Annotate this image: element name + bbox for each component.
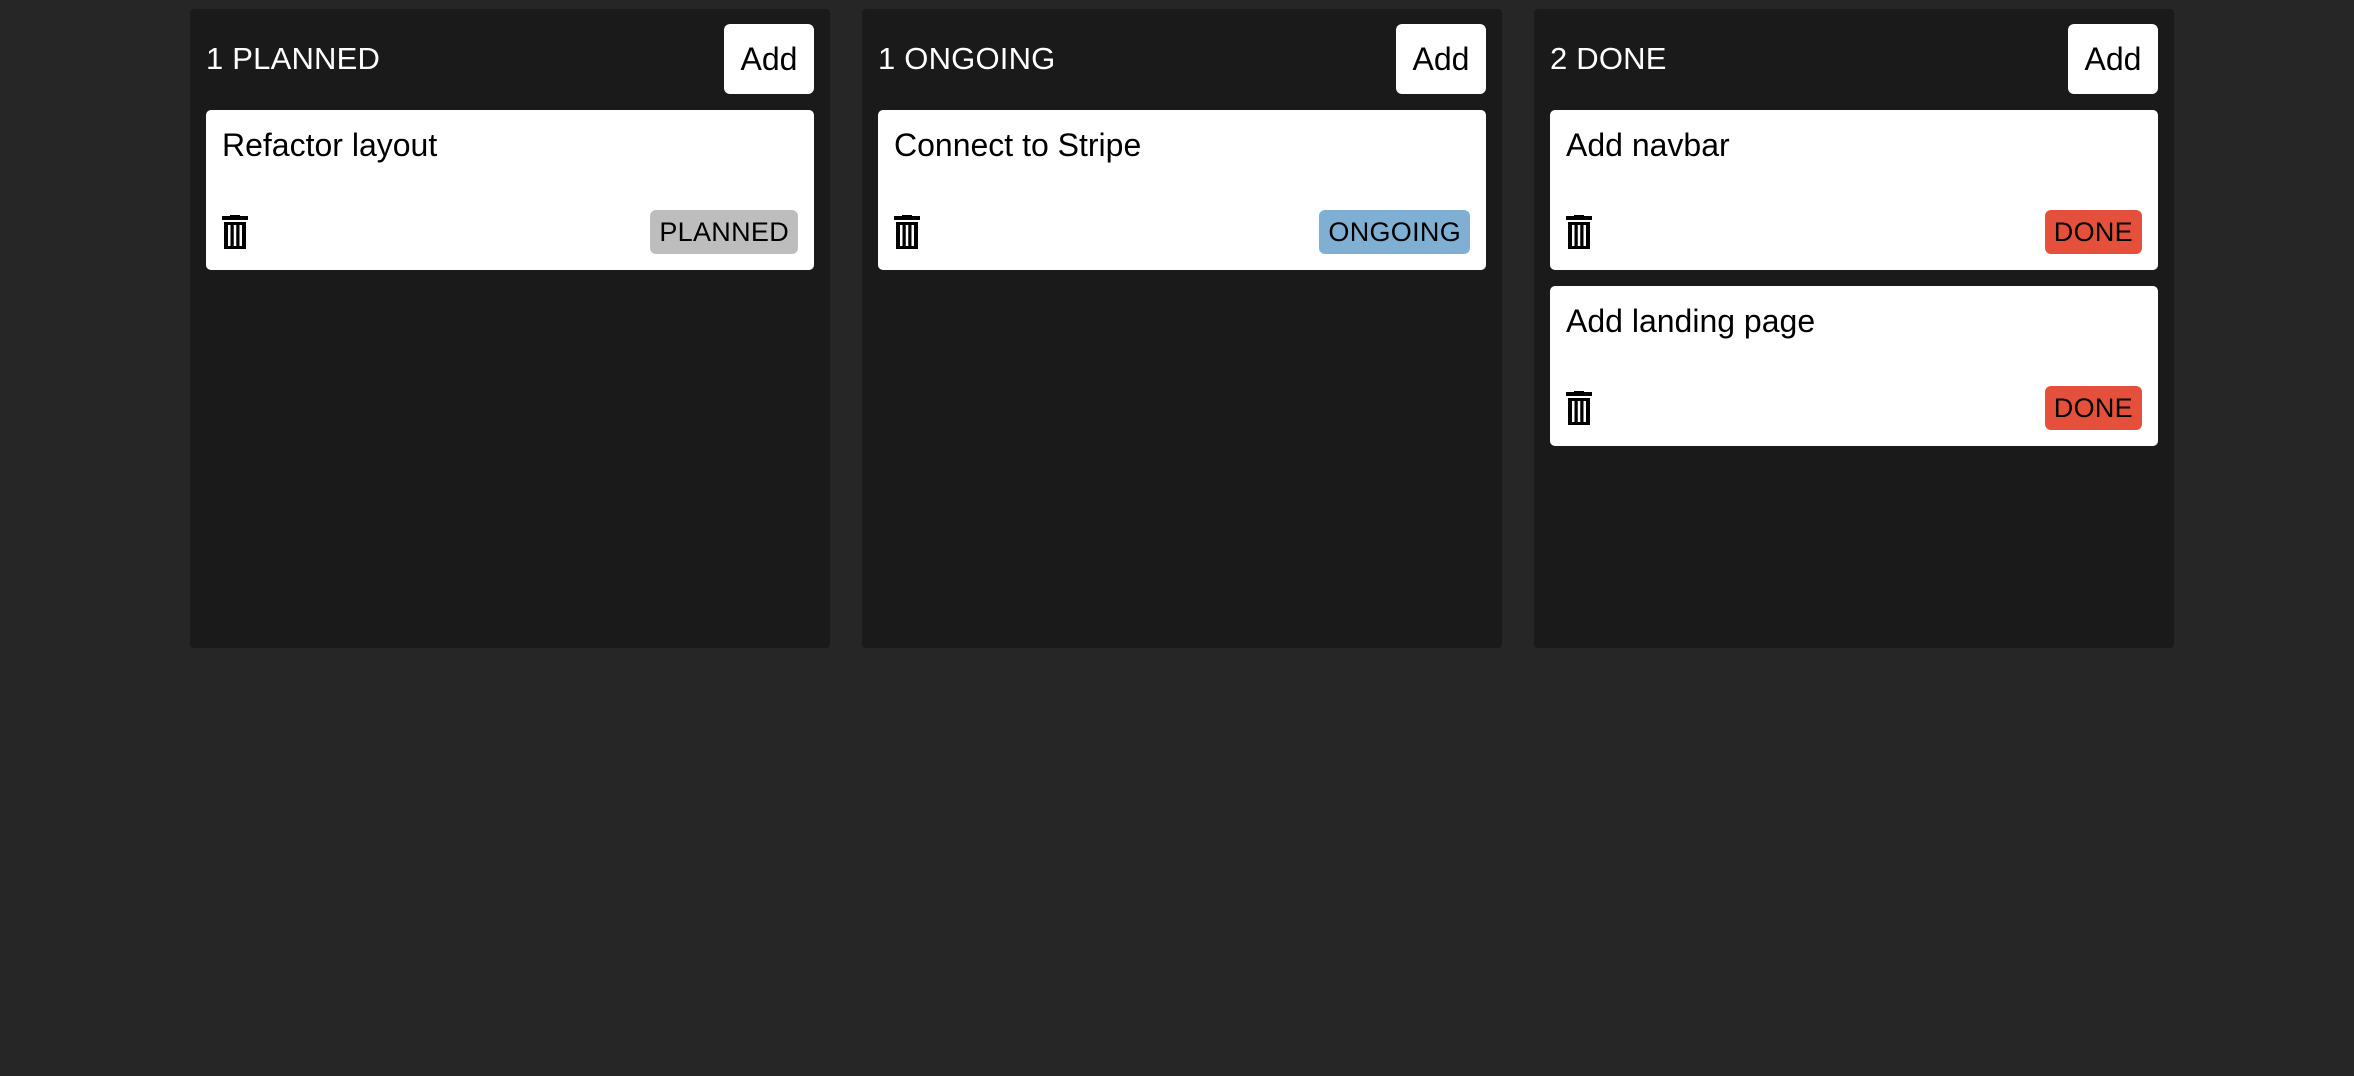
column-header: 1 PLANNED Add xyxy=(206,24,814,94)
status-badge: ONGOING xyxy=(1319,210,1470,254)
status-badge: DONE xyxy=(2044,386,2142,430)
column-title: 1 PLANNED xyxy=(206,41,381,76)
task-card[interactable]: Connect to Stripe ONGOING xyxy=(878,110,1486,270)
add-card-button[interactable]: Add xyxy=(2068,24,2158,94)
column-done: 2 DONE Add Add navbar DONE Add landing p… xyxy=(1534,9,2174,648)
card-title: Add navbar xyxy=(1566,127,1730,163)
trash-icon[interactable] xyxy=(222,213,252,251)
column-title: 1 ONGOING xyxy=(878,41,1056,76)
trash-icon[interactable] xyxy=(1566,389,1596,427)
add-card-button[interactable]: Add xyxy=(1396,24,1486,94)
column-header: 1 ONGOING Add xyxy=(878,24,1486,94)
task-card[interactable]: Refactor layout PLANNED xyxy=(206,110,814,270)
column-planned: 1 PLANNED Add Refactor layout PLANNED xyxy=(190,9,830,648)
trash-icon[interactable] xyxy=(1566,213,1596,251)
card-title: Refactor layout xyxy=(222,127,438,163)
column-title: 2 DONE xyxy=(1550,41,1667,76)
card-title: Add landing page xyxy=(1566,303,1816,339)
card-footer: DONE xyxy=(1566,210,2142,254)
card-footer: PLANNED xyxy=(222,210,798,254)
status-badge: PLANNED xyxy=(650,210,798,254)
add-card-button[interactable]: Add xyxy=(724,24,814,94)
kanban-board: 1 PLANNED Add Refactor layout PLANNED 1 … xyxy=(190,9,2174,648)
task-card[interactable]: Add navbar DONE xyxy=(1550,110,2158,270)
card-title: Connect to Stripe xyxy=(894,127,1142,163)
status-badge: DONE xyxy=(2044,210,2142,254)
card-footer: DONE xyxy=(1566,386,2142,430)
trash-icon[interactable] xyxy=(894,213,924,251)
card-footer: ONGOING xyxy=(894,210,1470,254)
column-ongoing: 1 ONGOING Add Connect to Stripe ONGOING xyxy=(862,9,1502,648)
task-card[interactable]: Add landing page DONE xyxy=(1550,286,2158,446)
column-header: 2 DONE Add xyxy=(1550,24,2158,94)
